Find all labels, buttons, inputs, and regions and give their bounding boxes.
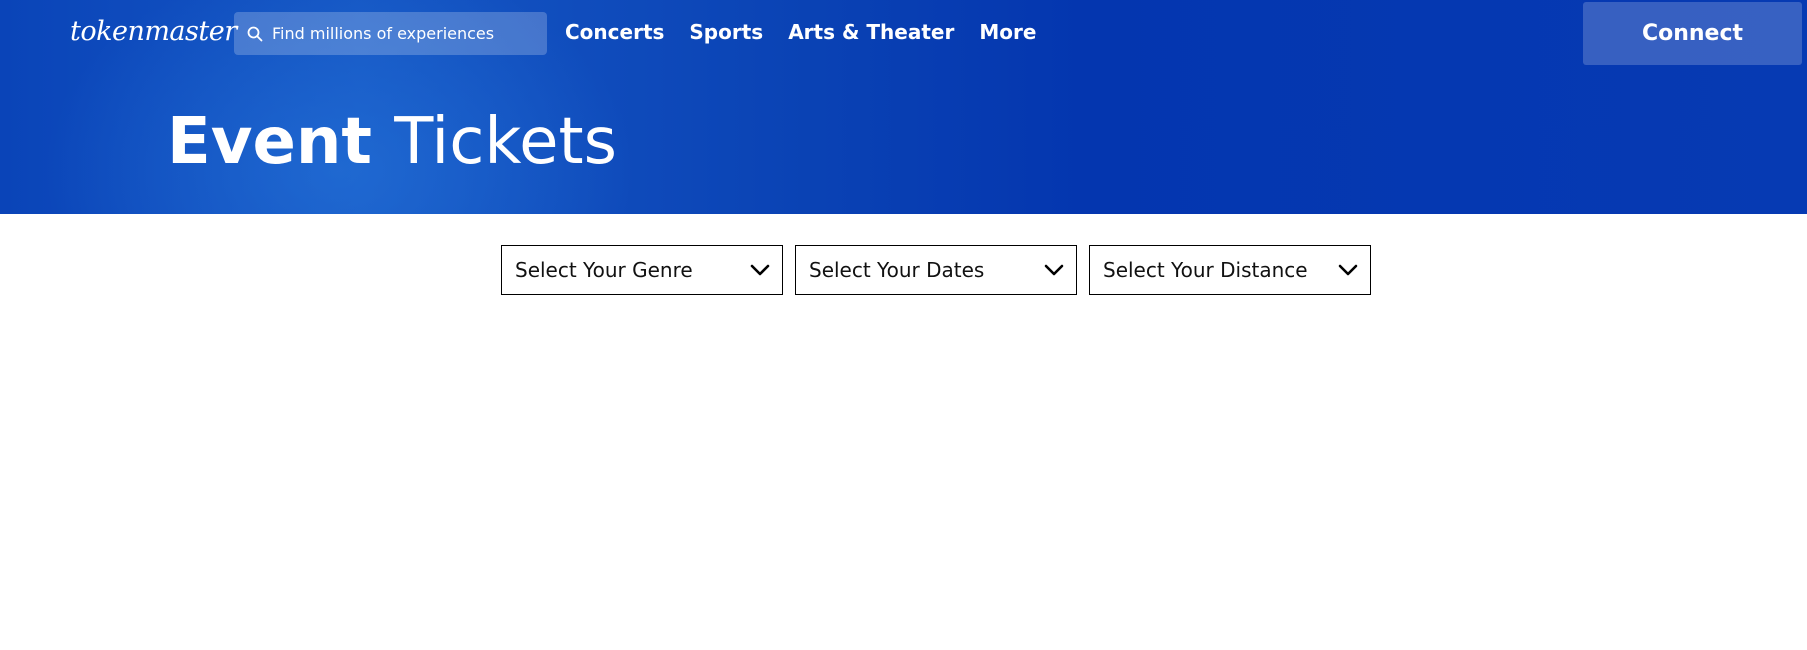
- distance-select[interactable]: Select Your Distance: [1089, 245, 1371, 295]
- search-icon: [246, 25, 264, 43]
- dates-select-label: Select Your Dates: [809, 258, 985, 282]
- hero-banner: tokenmaster Find millions of experiences…: [0, 0, 1807, 214]
- connect-button[interactable]: Connect: [1583, 2, 1802, 65]
- nav-item-sports[interactable]: Sports: [689, 20, 763, 44]
- page-title-bold: Event: [167, 105, 372, 179]
- genre-select-label: Select Your Genre: [515, 258, 693, 282]
- logo[interactable]: tokenmaster: [70, 16, 237, 47]
- page-title: Event Tickets: [167, 102, 617, 182]
- nav-item-concerts[interactable]: Concerts: [565, 20, 664, 44]
- search-bar[interactable]: Find millions of experiences: [234, 12, 547, 55]
- search-input[interactable]: Find millions of experiences: [272, 24, 494, 43]
- chevron-down-icon: [1338, 264, 1358, 276]
- page-title-light: Tickets: [394, 105, 617, 179]
- nav-item-arts-theater[interactable]: Arts & Theater: [788, 20, 954, 44]
- filter-bar: Select Your Genre Select Your Dates Sele…: [501, 245, 1371, 295]
- chevron-down-icon: [750, 264, 770, 276]
- dates-select[interactable]: Select Your Dates: [795, 245, 1077, 295]
- main-nav: Concerts Sports Arts & Theater More: [565, 20, 1036, 44]
- nav-item-more[interactable]: More: [979, 20, 1036, 44]
- distance-select-label: Select Your Distance: [1103, 258, 1308, 282]
- genre-select[interactable]: Select Your Genre: [501, 245, 783, 295]
- chevron-down-icon: [1044, 264, 1064, 276]
